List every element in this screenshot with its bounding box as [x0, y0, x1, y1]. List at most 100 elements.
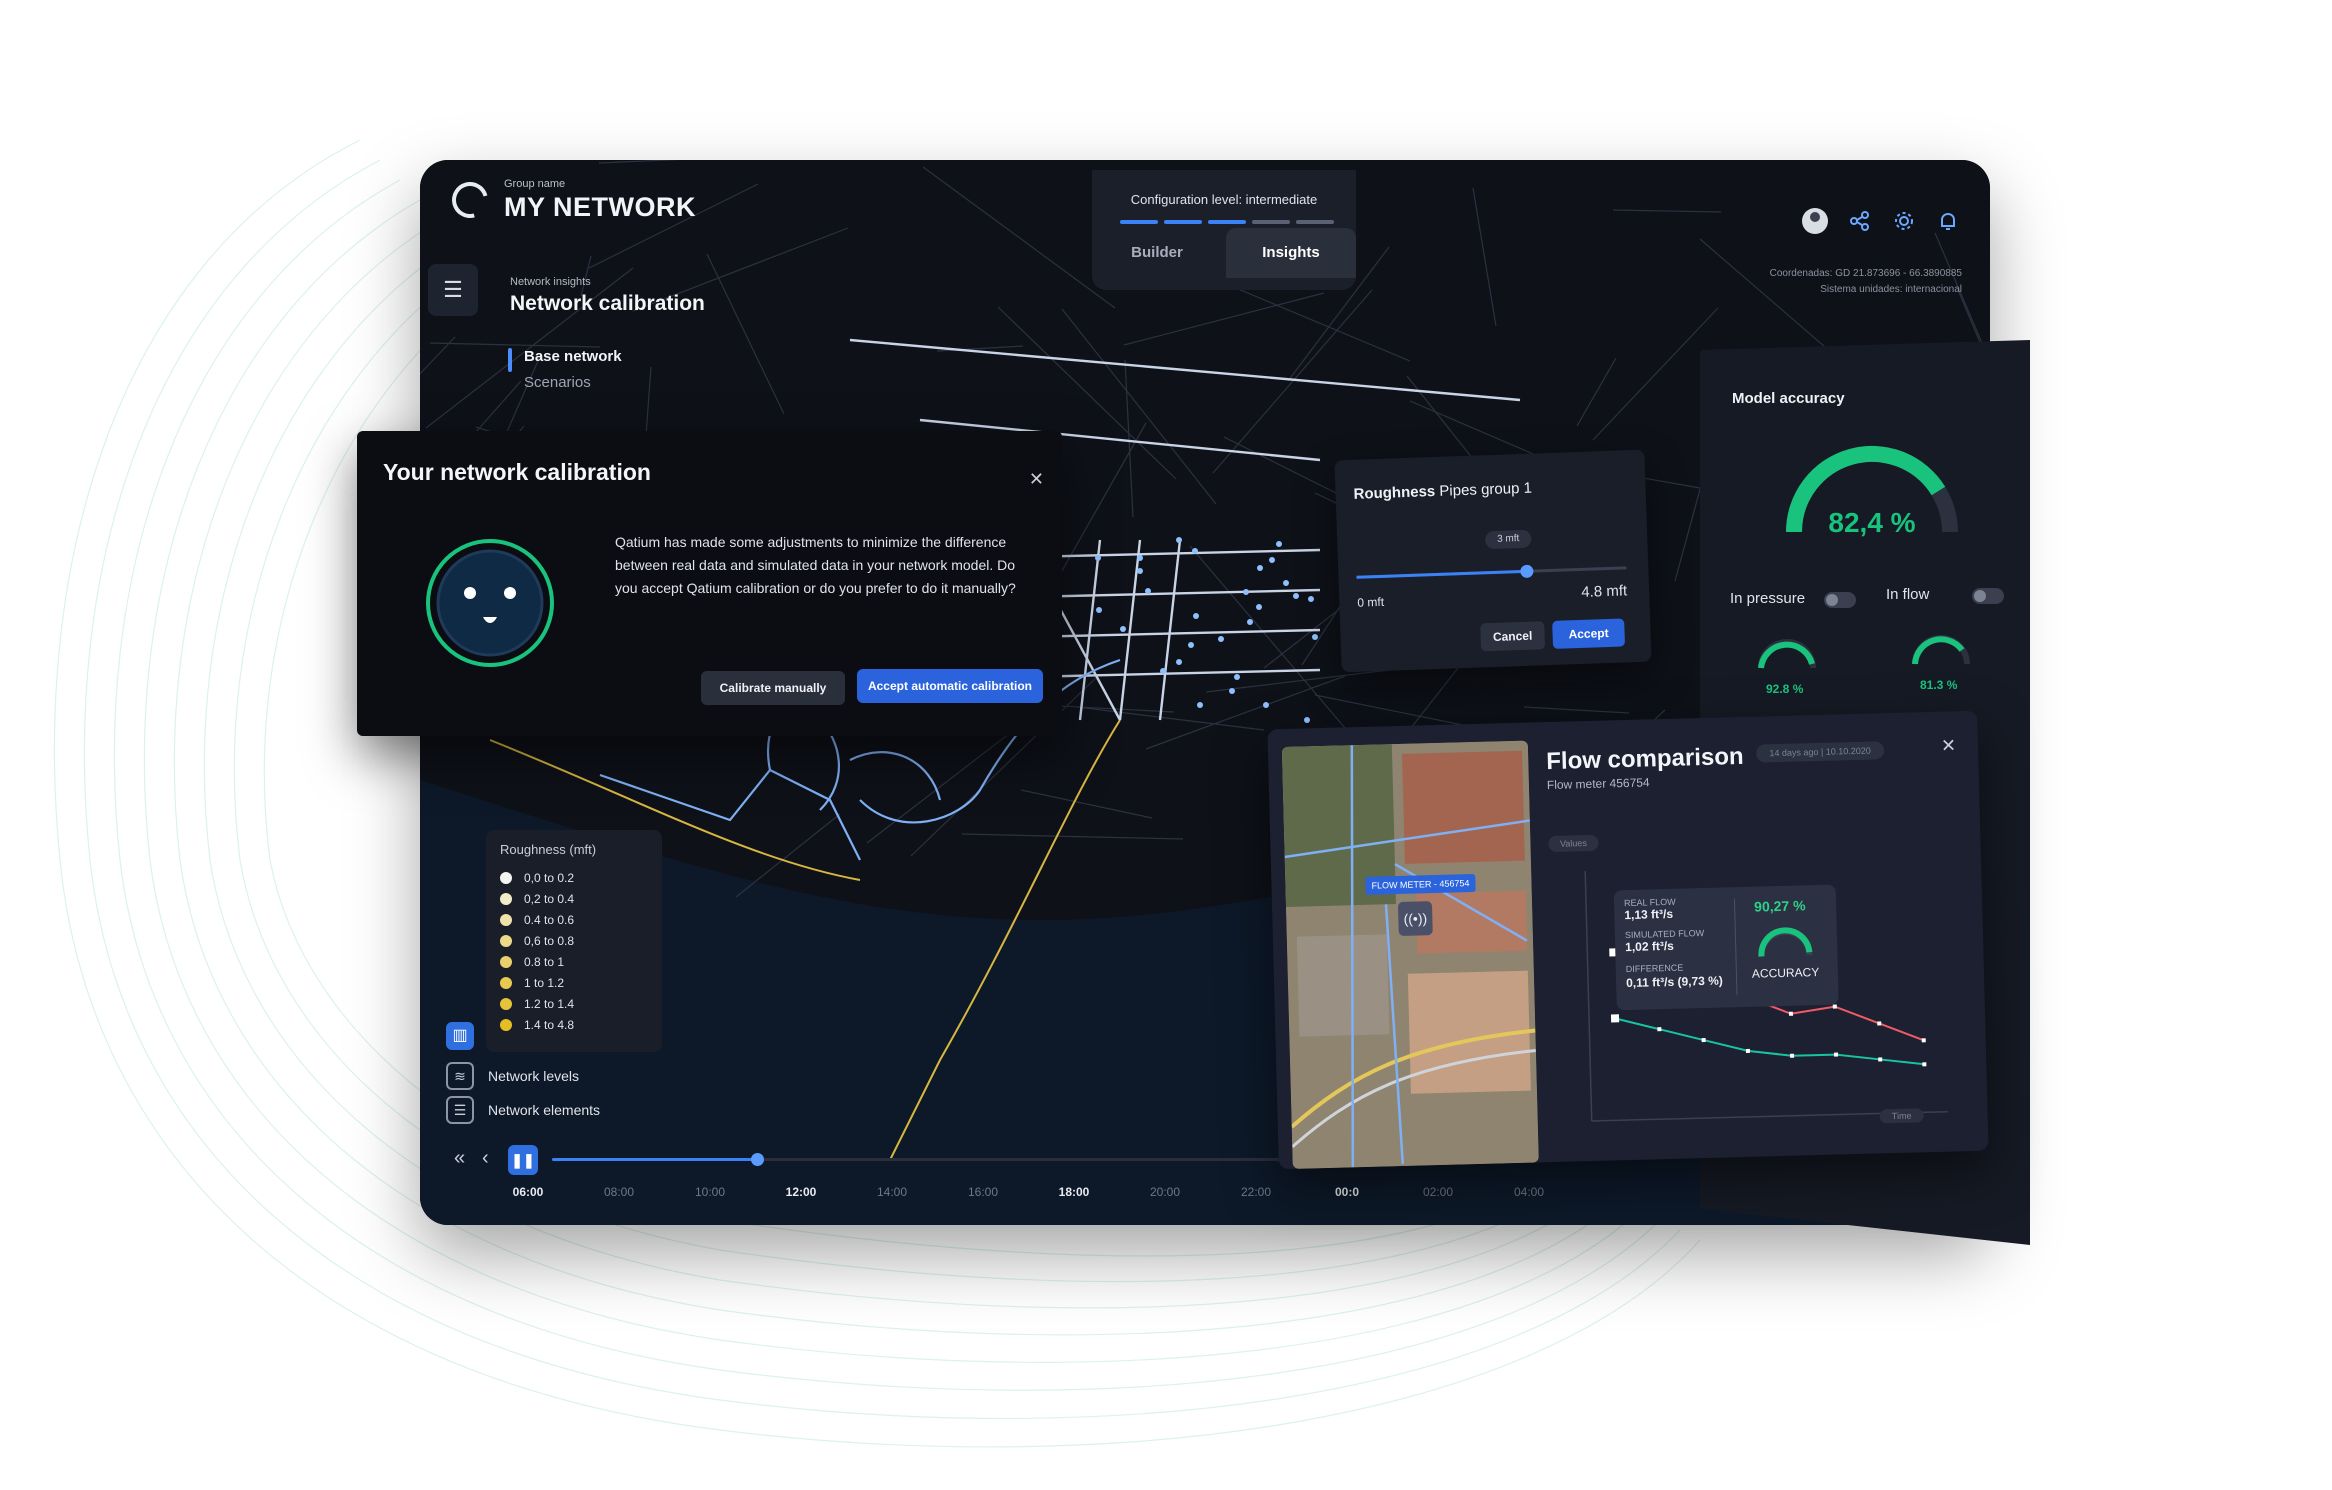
timeline-progress	[552, 1158, 757, 1161]
y-axis	[1584, 871, 1593, 1122]
legend-item: 1 to 1.2	[500, 972, 648, 993]
rewind-icon[interactable]: «	[454, 1147, 465, 1170]
legend-label: 0.4 to 0.6	[524, 912, 575, 927]
legend-swatch	[500, 976, 512, 989]
accept-button[interactable]: Accept	[1552, 618, 1626, 649]
legend-item: 0,0 to 0.2	[500, 867, 648, 888]
card-divider	[1733, 899, 1738, 996]
pipe-node	[1263, 702, 1269, 708]
values-toggle[interactable]: Values	[1548, 834, 1599, 853]
difference-label: DIFFERENCE	[1625, 962, 1684, 975]
tab-builder[interactable]: Builder	[1092, 228, 1222, 278]
network-levels-label: Network levels	[488, 1068, 580, 1084]
flow-meter-icon[interactable]: ((•))	[1397, 901, 1433, 936]
bell-icon[interactable]	[1936, 209, 1960, 233]
pipe-node	[1095, 555, 1101, 561]
pipe-node	[1308, 596, 1314, 602]
config-level-bar	[1208, 220, 1246, 224]
group-label: Group name	[504, 178, 566, 190]
close-icon[interactable]: ✕	[1941, 735, 1957, 756]
x-axis-label: Time	[1892, 1111, 1912, 1122]
pipe-node	[1192, 548, 1198, 554]
user-avatar[interactable]	[1802, 208, 1828, 234]
calibrate-manually-button[interactable]: Calibrate manually	[701, 671, 845, 705]
pause-button[interactable]: ❚❚	[508, 1145, 538, 1175]
legend-swatch	[500, 955, 512, 968]
data-point	[1921, 1038, 1926, 1043]
model-accuracy-title: Model accuracy	[1732, 390, 1845, 407]
timeline-tick: 06:00	[512, 1185, 544, 1199]
page: Group name MY NETWORK Configuration leve…	[0, 0, 2332, 1490]
legend-swatch	[500, 1018, 512, 1031]
roughness-legend: Roughness (mft) 0,0 to 0.2 0,2 to 0.4 0.4 …	[486, 830, 662, 1052]
flow-meter-badge: FLOW METER - 456754	[1365, 873, 1476, 895]
legend-swatch	[500, 871, 512, 884]
section-title: Network calibration	[510, 292, 705, 315]
pipe-node	[1234, 674, 1240, 680]
timeline-handle[interactable]	[751, 1153, 764, 1166]
network-levels-tool[interactable]: ≋ Network levels	[446, 1062, 579, 1090]
nav-item-scenarios[interactable]: Scenarios	[524, 374, 591, 391]
pipe-node	[1218, 636, 1224, 642]
timeline-tick: 08:00	[603, 1185, 635, 1199]
timeline-tick: 02:00	[1422, 1185, 1454, 1199]
coordinates-line: Coordenadas: GD 21.873696 - 66.3890885	[1769, 268, 1962, 279]
timeline-tick: 12:00	[785, 1185, 817, 1199]
pipe-node	[1197, 702, 1203, 708]
gear-icon[interactable]	[1892, 209, 1916, 233]
pipe-node	[1304, 717, 1310, 723]
roughness-slider-handle[interactable]	[1520, 564, 1534, 579]
data-point	[1610, 1014, 1620, 1023]
in-pressure-label: In pressure	[1730, 590, 1806, 607]
pipe-node	[1293, 593, 1299, 599]
legend-label: 1 to 1.2	[524, 975, 565, 990]
in-pressure-toggle[interactable]	[1824, 592, 1856, 608]
pipe-node	[1257, 565, 1263, 571]
configuration-level-label: Configuration level: intermediate	[1130, 192, 1318, 207]
legend-item: 0.4 to 0.6	[500, 909, 648, 930]
flow-stats-card: REAL FLOW 1,13 ft³/s SIMULATED FLOW 1,02…	[1613, 884, 1839, 1011]
layers-icon: ≋	[446, 1062, 474, 1090]
network-title: MY NETWORK	[504, 192, 696, 222]
config-level-bar	[1252, 220, 1290, 224]
network-elements-tool[interactable]: ☰ Network elements	[446, 1096, 600, 1124]
legend-label: 0,0 to 0.2	[524, 870, 575, 885]
menu-button[interactable]: ☰	[428, 264, 478, 316]
timeline-track[interactable]	[552, 1153, 1372, 1166]
legend-swatch	[500, 892, 512, 905]
timeline-tick: 10:00	[694, 1185, 726, 1199]
pipe-node	[1137, 568, 1143, 574]
pipe-node	[1160, 668, 1166, 674]
roughness-title-group: Pipes group 1	[1439, 479, 1533, 500]
accept-automatic-calibration-button[interactable]: Accept automatic calibration	[857, 669, 1043, 703]
accuracy-value: 82,4 %	[1828, 507, 1915, 538]
accuracy-gauge: 82,4 %	[1786, 445, 1958, 538]
flow-meter-subtitle: Flow meter 456754	[1546, 775, 1650, 793]
tab-insights[interactable]: Insights	[1226, 228, 1356, 278]
legend-items: 0,0 to 0.2 0,2 to 0.4 0.4 to 0.6 0,6 to 0.8…	[500, 867, 648, 1035]
roughness-slider[interactable]	[1356, 564, 1627, 579]
data-point	[1922, 1062, 1927, 1067]
close-icon[interactable]: ✕	[1029, 469, 1044, 490]
share-icon[interactable]	[1848, 209, 1872, 233]
cancel-button[interactable]: Cancel	[1480, 621, 1546, 652]
timeline-tick: 14:00	[876, 1185, 908, 1199]
units-line: Sistema unidades: internacional	[1820, 284, 1962, 295]
config-level-bar	[1164, 220, 1202, 224]
pipe-node	[1176, 659, 1182, 665]
pipe-node	[1096, 607, 1102, 613]
calibration-dialog: Your network calibration ✕ Qatium has ma…	[357, 431, 1062, 736]
data-point	[1832, 1004, 1837, 1009]
calibration-title: Your network calibration	[383, 459, 651, 485]
roughness-title-bold: Roughness	[1353, 482, 1436, 503]
legend-label: 1.2 to 1.4	[524, 996, 575, 1011]
accuracy-percent: 90,27 %	[1753, 897, 1806, 915]
step-back-icon[interactable]: ‹	[482, 1147, 489, 1170]
pressure-gauge	[1758, 639, 1816, 669]
timeline-tick: 04:00	[1513, 1185, 1545, 1199]
satellite-map[interactable]: FLOW METER - 456754 ((•))	[1281, 740, 1539, 1169]
config-level-bar	[1296, 220, 1334, 224]
map-layer-button[interactable]: ▥	[446, 1022, 474, 1050]
in-flow-toggle[interactable]	[1972, 588, 2004, 604]
nav-item-base-network[interactable]: Base network	[524, 348, 622, 365]
